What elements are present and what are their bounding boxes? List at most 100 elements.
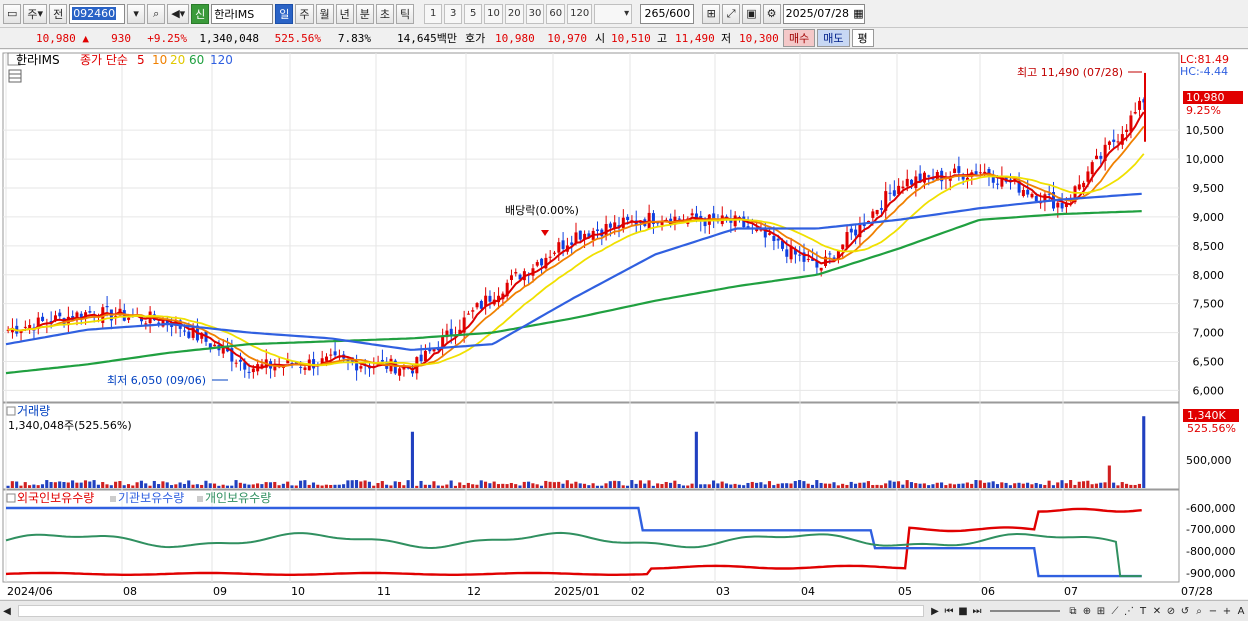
price-tick-label: 6,000 xyxy=(1193,384,1225,397)
volume-bar xyxy=(449,480,453,488)
interval-60-button[interactable]: 60 xyxy=(546,3,566,24)
avg-button[interactable]: 평 xyxy=(851,29,874,47)
trend-icon[interactable]: ⟋ xyxy=(1108,604,1122,618)
scroll-right-icon[interactable]: ▶ xyxy=(928,604,942,618)
stock-code-input[interactable]: 092460 xyxy=(69,3,126,24)
volume-bar xyxy=(415,485,419,488)
crosshair-icon[interactable]: ⊕ xyxy=(1080,604,1094,618)
chart-scrollbar[interactable]: ◀ ▶ ⏮ ■ ⏭ ⧉ ⊕ ⊞ ⟋ ⋰ T ✕ ⊘ ↺ ⌕ − + A xyxy=(0,600,1248,621)
period-day-tab[interactable]: 일 xyxy=(275,3,294,24)
candle-body xyxy=(552,252,556,254)
draw-tools-icon[interactable]: ⤢ xyxy=(722,3,741,24)
screen-menu-icon[interactable]: ▭ xyxy=(3,3,22,24)
erase-icon[interactable]: ✕ xyxy=(1150,604,1164,618)
period-week-tab[interactable]: 주 xyxy=(295,3,314,24)
price-tick-label: 10,000 xyxy=(1186,153,1225,166)
interval-3-button[interactable]: 3 xyxy=(444,3,463,24)
volume-bar xyxy=(522,481,526,488)
volume-bar xyxy=(621,485,625,488)
candle-body xyxy=(535,262,539,266)
text-icon[interactable]: T xyxy=(1136,604,1150,618)
volume-bar xyxy=(617,481,621,488)
chart-area[interactable]: 한라IMS 종가 단순 5 10 20 60 120 LC:81.49 HC:-… xyxy=(0,50,1248,599)
volume-bar xyxy=(174,484,178,488)
volume-bar xyxy=(144,483,148,488)
volume-bar xyxy=(767,481,772,488)
scroll-track[interactable] xyxy=(18,605,924,617)
candle-body xyxy=(871,211,875,218)
volume-bar xyxy=(466,482,470,488)
volume-bar xyxy=(1004,482,1008,488)
candle-body xyxy=(187,331,191,338)
volume-bar xyxy=(105,484,109,488)
market-type-select[interactable]: 주 ▾ xyxy=(23,3,48,24)
period-minute-tab[interactable]: 분 xyxy=(355,3,374,24)
volume-bar xyxy=(931,484,935,488)
magnifier-icon[interactable]: ⌕ xyxy=(1192,604,1206,618)
speaker-icon[interactable]: ◀▾ xyxy=(167,3,190,24)
volume-bar xyxy=(195,484,199,488)
volume-bar xyxy=(324,484,328,488)
candle-body xyxy=(359,366,363,369)
zoom-slider[interactable] xyxy=(990,610,1060,612)
volume-bar xyxy=(518,485,522,488)
scroll-left-icon[interactable]: ◀ xyxy=(0,604,14,618)
compare-icon[interactable]: ⊞ xyxy=(1094,604,1108,618)
volume-bar xyxy=(1116,485,1120,488)
save-icon[interactable]: ▣ xyxy=(742,3,761,24)
copy-icon[interactable]: ⧉ xyxy=(1066,604,1080,618)
low-annotation: 최저 6,050 (09/06) xyxy=(107,374,206,387)
data-count-input[interactable]: 265/600 xyxy=(640,3,695,24)
date-input[interactable]: 2025/07/28 ▦ xyxy=(782,3,865,24)
search-icon[interactable]: ⌕ xyxy=(147,3,166,24)
volume-bar xyxy=(565,480,569,488)
font-size-icon[interactable]: A xyxy=(1234,604,1248,618)
volume-panel-menu-icon[interactable] xyxy=(6,406,16,416)
volume-bar xyxy=(987,482,991,488)
gear-icon[interactable]: ⚙ xyxy=(762,3,781,24)
zoom-in-icon[interactable]: ⊘ xyxy=(1164,604,1178,618)
volume-bar xyxy=(750,481,754,488)
calendar-icon[interactable]: ▦ xyxy=(853,7,863,20)
volume-value: 1,340,048 xyxy=(199,31,259,45)
price-change-pct: +9.25% xyxy=(147,31,187,45)
interval-5-button[interactable]: 5 xyxy=(464,3,483,24)
volume-bar xyxy=(423,484,427,488)
prev-button[interactable]: 전 xyxy=(49,3,68,24)
candle-body xyxy=(996,183,1000,185)
holdings-panel-menu-icon[interactable] xyxy=(6,493,16,503)
first-page-icon[interactable]: ⏮ xyxy=(942,604,956,618)
table-icon[interactable] xyxy=(8,69,22,83)
minus-icon[interactable]: − xyxy=(1206,604,1220,618)
price-tick-label: 7,500 xyxy=(1193,298,1225,311)
interval-30-button[interactable]: 30 xyxy=(525,3,545,24)
volume-bar xyxy=(703,484,707,488)
interval-1-button[interactable]: 1 xyxy=(424,3,443,24)
chart-tools-icon[interactable]: ⊞ xyxy=(702,3,721,24)
period-month-tab[interactable]: 월 xyxy=(315,3,334,24)
fibo-icon[interactable]: ⋰ xyxy=(1122,604,1136,618)
volume-bar xyxy=(337,484,341,488)
candle-body xyxy=(183,330,187,332)
volume-bar xyxy=(677,484,681,488)
chart-canvas[interactable]: 한라IMS 종가 단순 5 10 20 60 120 LC:81.49 HC:-… xyxy=(0,50,1248,599)
stock-name-field[interactable]: 한라IMS xyxy=(211,3,274,24)
interval-120-button[interactable]: 120 xyxy=(567,3,593,24)
code-dropdown-icon[interactable]: ▾ xyxy=(127,3,146,24)
period-tick-tab[interactable]: 틱 xyxy=(396,3,415,24)
candle-body xyxy=(208,343,212,348)
interval-10-button[interactable]: 10 xyxy=(484,3,503,24)
sell-button[interactable]: 매도 xyxy=(817,29,850,47)
candle-body xyxy=(423,350,427,362)
plus-icon[interactable]: + xyxy=(1220,604,1234,618)
interval-dropdown[interactable]: ▾ xyxy=(594,3,633,24)
buy-button[interactable]: 매수 xyxy=(783,29,816,47)
period-second-tab[interactable]: 초 xyxy=(375,3,395,24)
period-year-tab[interactable]: 년 xyxy=(335,3,354,24)
stop-icon[interactable]: ■ xyxy=(956,604,970,618)
last-page-icon[interactable]: ⏭ xyxy=(970,604,984,618)
volume-bar xyxy=(428,484,432,488)
interval-20-button[interactable]: 20 xyxy=(504,3,524,24)
reset-icon[interactable]: ↺ xyxy=(1178,604,1192,618)
volume-bar xyxy=(363,480,367,488)
